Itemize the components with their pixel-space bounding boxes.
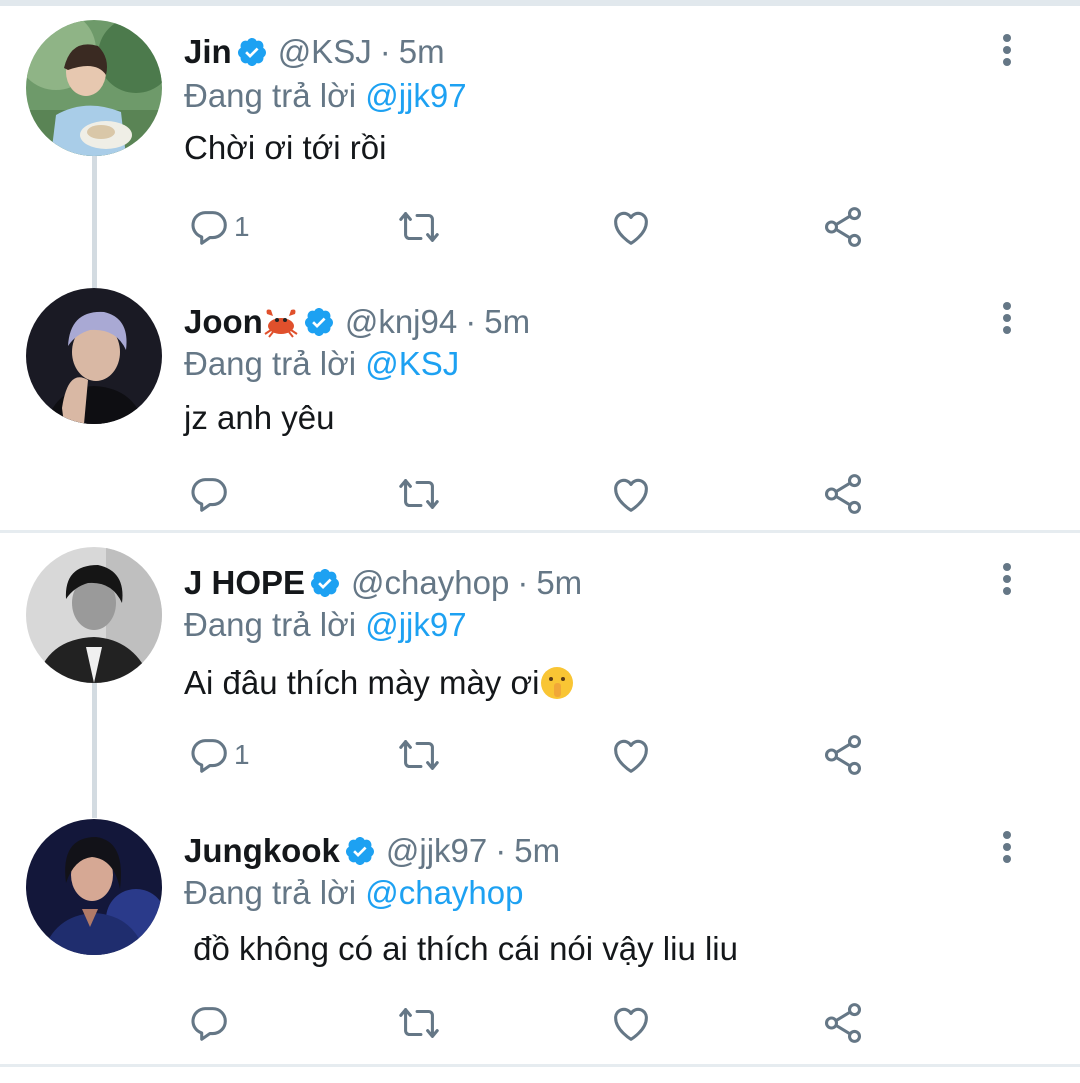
more-vertical-icon[interactable]: [996, 559, 1018, 599]
separator-dot: ·: [465, 303, 477, 340]
like-button[interactable]: [608, 999, 654, 1047]
retweet-icon: [396, 1000, 442, 1046]
like-icon: [608, 204, 654, 250]
retweet-button[interactable]: [396, 203, 442, 251]
verified-badge-icon: [309, 567, 341, 599]
mention-link[interactable]: @jjk97: [365, 606, 466, 643]
replying-label: Đang trả lời: [184, 606, 357, 643]
timestamp[interactable]: 5m: [399, 32, 445, 72]
tweet-text: đồ không có ai thích cái nói vậy liu liu: [184, 929, 738, 969]
display-name[interactable]: Joon: [184, 302, 263, 342]
retweet-icon: [396, 471, 442, 517]
display-name[interactable]: J HOPE: [184, 563, 305, 603]
reply-icon: [186, 732, 232, 778]
share-icon: [820, 1000, 866, 1046]
tweet-header: J HOPE @chayhop · 5m: [184, 563, 582, 603]
avatar-jungkook[interactable]: [26, 819, 162, 955]
share-button[interactable]: [820, 203, 866, 251]
like-button[interactable]: [608, 203, 654, 251]
like-button[interactable]: [608, 731, 654, 779]
tweet-joon[interactable]: Joon @knj94 · 5m Đang trả lời @KSJ jz an…: [0, 274, 1080, 530]
share-icon: [820, 471, 866, 517]
share-icon: [820, 204, 866, 250]
replying-label: Đang trả lời: [184, 345, 357, 382]
replying-to: Đang trả lời @chayhop: [184, 873, 523, 913]
verified-badge-icon: [236, 36, 268, 68]
timestamp[interactable]: 5m: [514, 831, 560, 871]
tweet-text-content: đồ không có ai thích cái nói vậy liu liu: [184, 930, 738, 967]
user-handle[interactable]: @KSJ: [278, 32, 372, 72]
like-button[interactable]: [608, 470, 654, 518]
like-icon: [608, 471, 654, 517]
tweet-actions: 1: [0, 731, 1080, 779]
replying-to: Đang trả lời @jjk97: [184, 605, 467, 645]
more-vertical-icon[interactable]: [996, 30, 1018, 70]
tweet-actions: [0, 470, 1080, 518]
mention-link[interactable]: @jjk97: [365, 77, 466, 114]
reply-button[interactable]: 1: [186, 731, 250, 779]
retweet-button[interactable]: [396, 470, 442, 518]
replying-label: Đang trả lời: [184, 77, 357, 114]
avatar-jhope[interactable]: [26, 547, 162, 683]
share-button[interactable]: [820, 999, 866, 1047]
verified-badge-icon: [303, 306, 335, 338]
tweet-actions: 1: [0, 203, 1080, 251]
tweet-text-content: jz anh yêu: [184, 399, 335, 436]
tweet-jhope[interactable]: J HOPE @chayhop · 5m Đang trả lời @jjk97…: [0, 533, 1080, 803]
replying-to: Đang trả lời @KSJ: [184, 344, 459, 384]
tweet-header: Jin @KSJ · 5m: [184, 32, 445, 72]
retweet-icon: [396, 732, 442, 778]
reply-count: 1: [234, 739, 250, 770]
tweet-text: Ai đâu thích mày mày ơi: [184, 663, 575, 703]
tweet-text: Chời ơi tới rồi: [184, 128, 386, 168]
tweet-text-content: Ai đâu thích mày mày ơi: [184, 664, 540, 701]
more-vertical-icon[interactable]: [996, 298, 1018, 338]
share-icon: [820, 732, 866, 778]
separator-dot: ·: [517, 564, 529, 601]
reply-icon: [186, 471, 232, 517]
more-vertical-icon[interactable]: [996, 827, 1018, 867]
avatar-joon[interactable]: [26, 288, 162, 424]
like-icon: [608, 732, 654, 778]
tweet-header: Jungkook @jjk97 · 5m: [184, 831, 560, 871]
share-button[interactable]: [820, 731, 866, 779]
mention-link[interactable]: @KSJ: [365, 345, 459, 382]
thread-1: Jin @KSJ · 5m Đang trả lời @jjk97 Chời ơ…: [0, 6, 1080, 533]
crab-emoji-icon: [264, 309, 298, 338]
display-name[interactable]: Jungkook: [184, 831, 340, 871]
user-handle[interactable]: @knj94: [345, 302, 457, 342]
avatar-jin[interactable]: [26, 20, 162, 156]
tweet-jin[interactable]: Jin @KSJ · 5m Đang trả lời @jjk97 Chời ơ…: [0, 6, 1080, 274]
timestamp[interactable]: 5m: [484, 302, 530, 342]
verified-badge-icon: [344, 835, 376, 867]
timestamp[interactable]: 5m: [536, 563, 582, 603]
retweet-button[interactable]: [396, 999, 442, 1047]
thread-2: J HOPE @chayhop · 5m Đang trả lời @jjk97…: [0, 533, 1080, 1067]
mention-link[interactable]: @chayhop: [365, 874, 523, 911]
separator-dot: ·: [495, 832, 507, 869]
user-handle[interactable]: @chayhop: [351, 563, 509, 603]
retweet-icon: [396, 204, 442, 250]
replying-to: Đang trả lời @jjk97: [184, 76, 467, 116]
reply-icon: [186, 1000, 232, 1046]
retweet-button[interactable]: [396, 731, 442, 779]
tweet-header: Joon @knj94 · 5m: [184, 302, 530, 342]
replying-label: Đang trả lời: [184, 874, 357, 911]
separator-dot: ·: [379, 33, 391, 70]
like-icon: [608, 1000, 654, 1046]
tweet-text: jz anh yêu: [184, 398, 334, 438]
display-name[interactable]: Jin: [184, 32, 232, 72]
share-button[interactable]: [820, 470, 866, 518]
shushing-face-emoji-icon: [541, 667, 574, 699]
reply-button[interactable]: [186, 999, 232, 1047]
tweet-text-content: Chời ơi tới rồi: [184, 129, 387, 166]
reply-button[interactable]: [186, 470, 232, 518]
user-handle[interactable]: @jjk97: [386, 831, 487, 871]
reply-button[interactable]: 1: [186, 203, 250, 251]
tweet-jungkook[interactable]: Jungkook @jjk97 · 5m Đang trả lời @chayh…: [0, 803, 1080, 1064]
reply-icon: [186, 204, 232, 250]
tweet-actions: [0, 999, 1080, 1047]
reply-count: 1: [234, 211, 250, 242]
